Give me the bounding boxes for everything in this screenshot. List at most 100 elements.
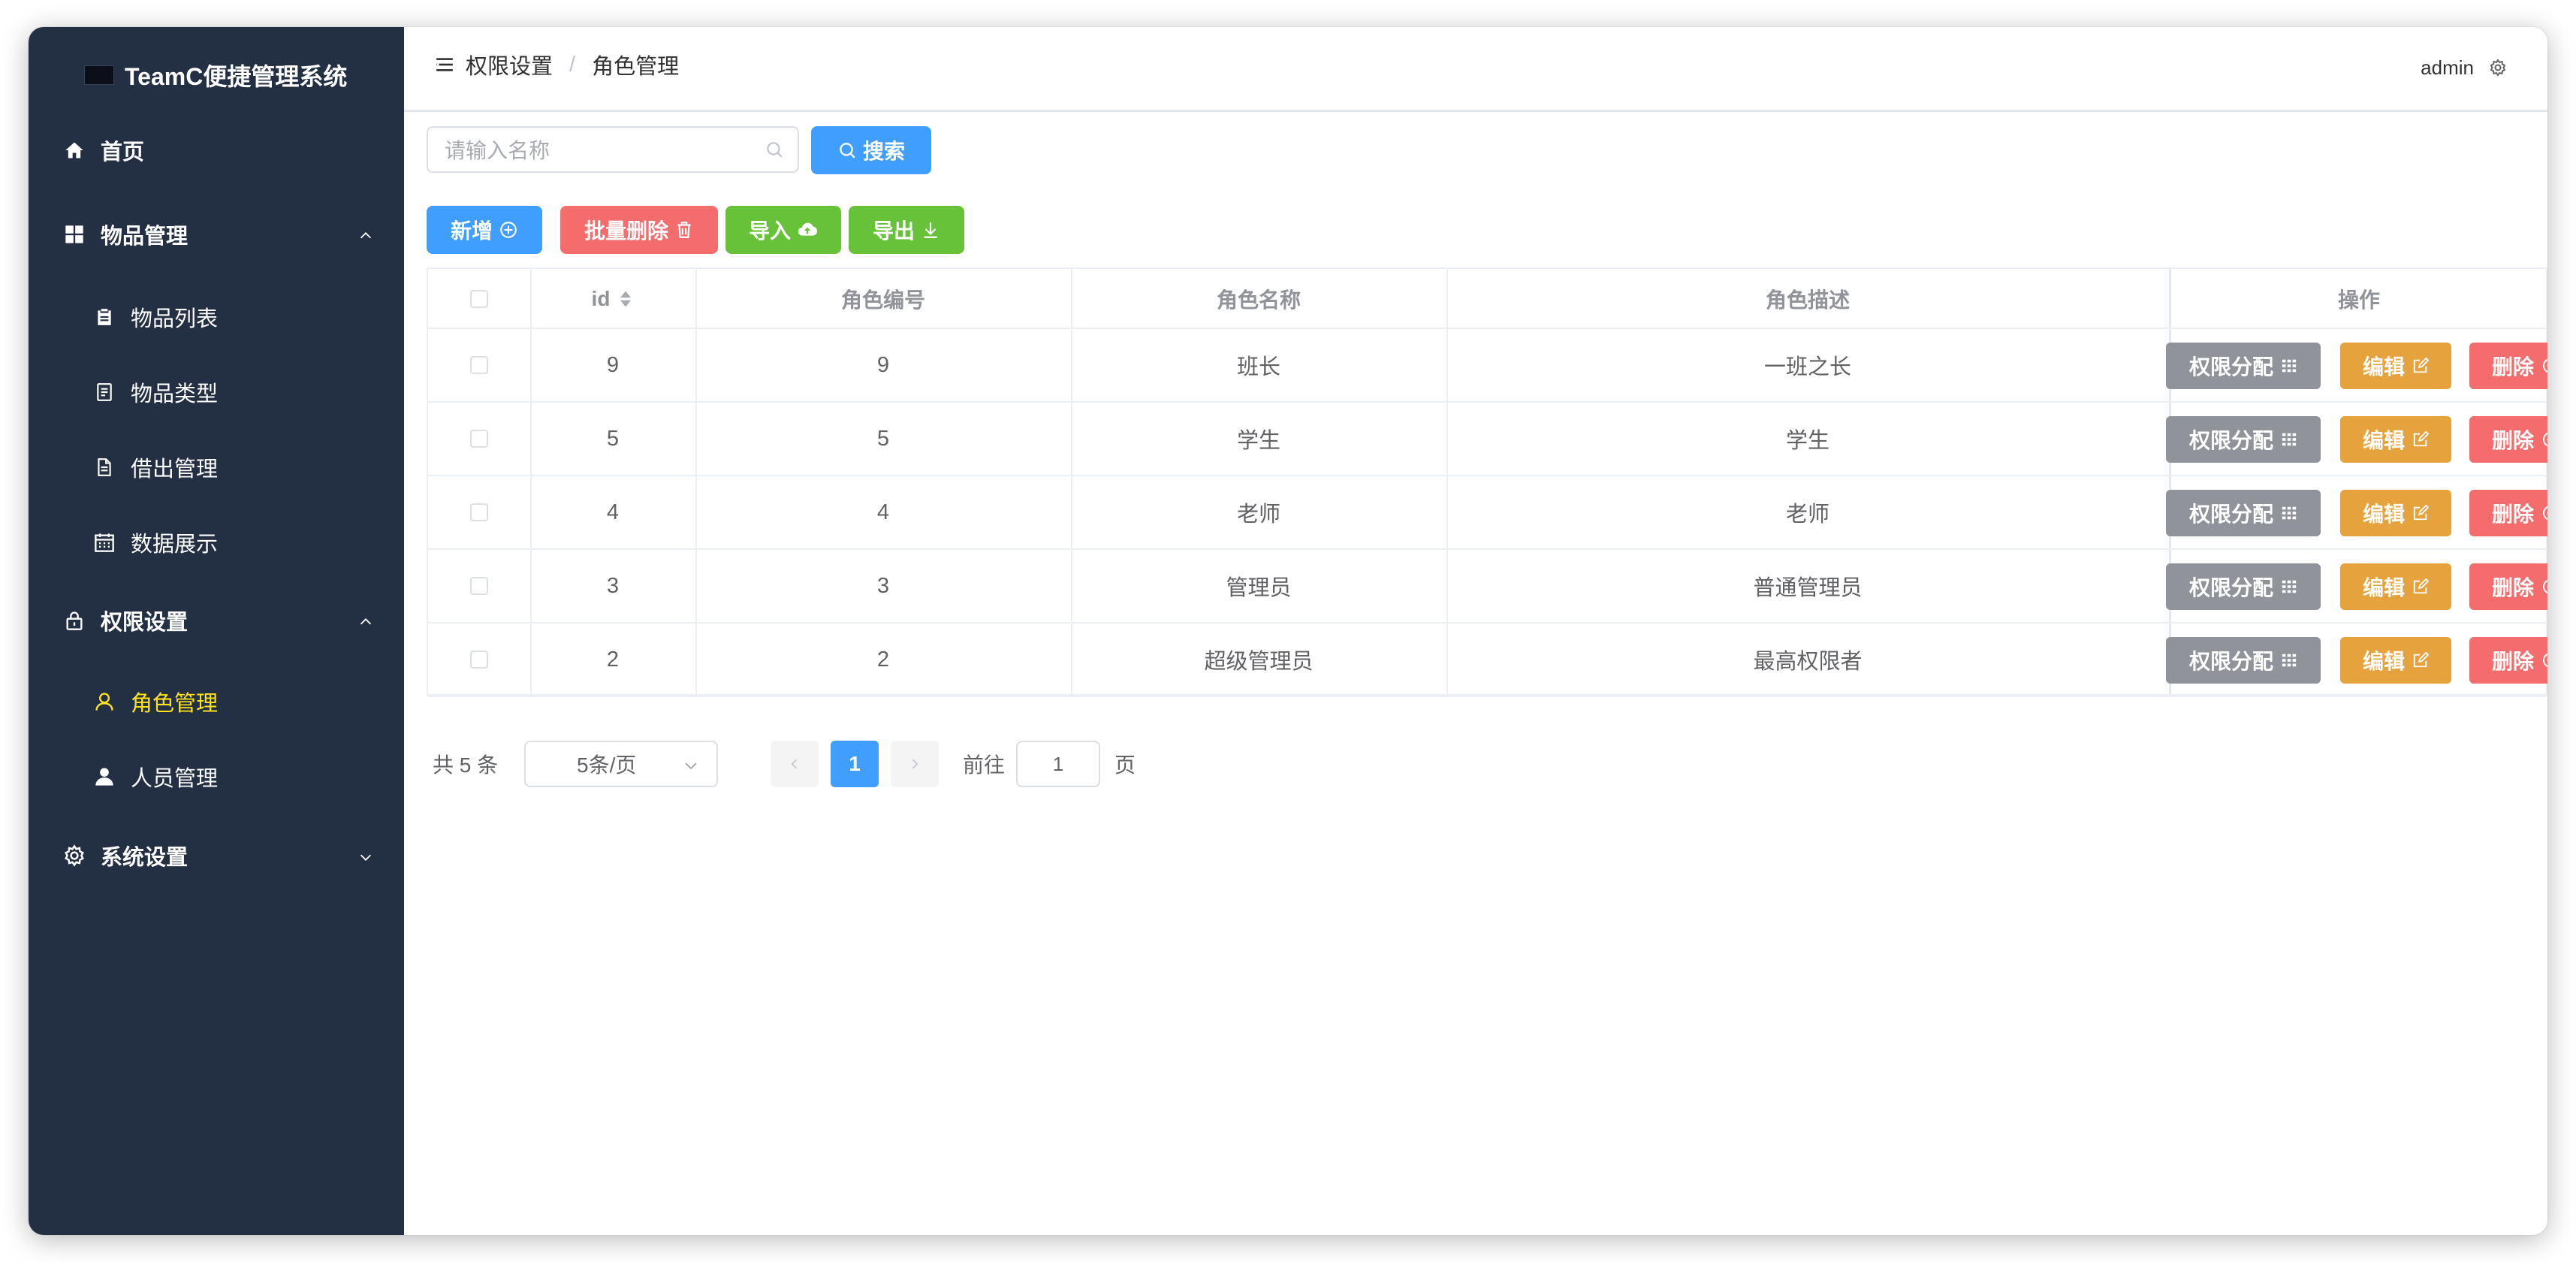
import-button[interactable]: 导入 — [725, 206, 841, 254]
search-button[interactable]: 搜索 — [811, 126, 931, 174]
select-all-cell — [428, 269, 530, 329]
sort-icon[interactable] — [617, 288, 634, 309]
sidebar-item-label: 权限设置 — [101, 611, 189, 635]
edit-button-label: 编辑 — [2362, 355, 2405, 379]
sidebar-item-label: 物品类型 — [131, 382, 219, 406]
assign-button[interactable]: 权限分配 — [2166, 637, 2321, 684]
breadcrumb-item[interactable]: 权限设置 — [466, 49, 553, 80]
cell-name: 班长 — [1236, 355, 1280, 379]
assign-button-label: 权限分配 — [2188, 355, 2273, 379]
row-checkbox[interactable] — [470, 503, 488, 521]
sidebar-item-label: 首页 — [101, 140, 145, 165]
cell-id: 3 — [606, 573, 620, 598]
menu-toggle-icon[interactable] — [434, 55, 455, 74]
sidebar-item-goods[interactable]: 物品管理 — [29, 204, 404, 264]
page-button-1[interactable]: 1 — [831, 741, 879, 787]
search-input[interactable]: 请输入名称 — [427, 126, 799, 173]
sidebar-item-lend[interactable]: 借出管理 — [29, 437, 404, 497]
header: 权限设置 / 角色管理 admin — [404, 27, 2547, 112]
row-select-cell — [428, 623, 530, 696]
calendar-icon — [93, 531, 116, 554]
row-checkbox[interactable] — [470, 651, 488, 669]
roles-table: id 角色编号 角色名称 角色描述 操作 9 9 班长 一班之长 权限分配 编辑 删除 5 5 学… — [427, 267, 2547, 697]
add-button-label: 新增 — [450, 219, 493, 243]
edit-button-label: 编辑 — [2362, 576, 2405, 599]
row-select-cell — [428, 329, 530, 401]
chevron-down-icon — [682, 756, 700, 780]
edit-icon — [2408, 578, 2429, 595]
sidebar-item-permission[interactable]: 权限设置 — [29, 590, 404, 651]
grid-icon — [63, 223, 86, 246]
sidebar-item-goods-type[interactable]: 物品类型 — [29, 362, 404, 422]
batch-delete-label: 批量删除 — [584, 219, 668, 243]
column-header-name: 角色名称 — [1216, 288, 1301, 312]
edit-button-label: 编辑 — [2362, 429, 2405, 452]
goto-page-input[interactable]: 1 — [1016, 741, 1100, 787]
column-header-id[interactable]: id — [530, 269, 695, 329]
goto-label: 前往 — [963, 753, 1006, 777]
column-header-label: id — [591, 287, 611, 310]
lock-icon — [63, 609, 86, 632]
table-row: 5 5 学生 学生 权限分配 编辑 删除 — [428, 403, 2547, 476]
cell-id: 9 — [606, 352, 620, 377]
app-title: TeamC便捷管理系统 — [125, 63, 348, 90]
file-icon — [93, 456, 116, 479]
home-icon — [63, 139, 86, 162]
sidebar-item-label: 物品列表 — [131, 307, 219, 331]
edit-button[interactable]: 编辑 — [2340, 490, 2451, 536]
sidebar-item-system[interactable]: 系统设置 — [29, 826, 404, 886]
grid-small-icon — [2276, 505, 2297, 521]
cell-name: 管理员 — [1226, 576, 1292, 600]
assign-button[interactable]: 权限分配 — [2166, 416, 2321, 463]
edit-button-label: 编辑 — [2362, 650, 2405, 673]
cell-desc: 普通管理员 — [1753, 576, 1863, 600]
assign-button[interactable]: 权限分配 — [2166, 563, 2321, 610]
cell-desc: 老师 — [1785, 503, 1829, 527]
delete-button[interactable]: 删除 — [2469, 490, 2547, 536]
row-checkbox[interactable] — [470, 356, 488, 374]
sidebar-item-goods-list[interactable]: 物品列表 — [29, 287, 404, 347]
settings-icon[interactable] — [2481, 59, 2507, 77]
download-icon — [924, 222, 937, 238]
delete-button-label: 删除 — [2491, 650, 2534, 673]
assign-button-label: 权限分配 — [2188, 576, 2273, 599]
sidebar-item-data[interactable]: 数据展示 — [29, 512, 404, 572]
prev-page-button[interactable] — [771, 741, 819, 787]
add-button[interactable]: 新增 — [427, 206, 542, 254]
cell-code: 5 — [876, 426, 890, 451]
main-content: 权限设置 / 角色管理 admin 请输入名称 搜索 新增 批量删除 导入 导出… — [404, 27, 2547, 1235]
row-checkbox[interactable] — [470, 577, 488, 595]
edit-button[interactable]: 编辑 — [2340, 343, 2451, 389]
select-all-checkbox[interactable] — [470, 290, 488, 308]
assign-button[interactable]: 权限分配 — [2166, 490, 2321, 536]
pagination-total: 共 5 条 — [433, 753, 499, 777]
row-checkbox[interactable] — [470, 430, 488, 448]
edit-button[interactable]: 编辑 — [2340, 637, 2451, 684]
cloud-upload-icon — [798, 222, 818, 236]
chevron-down-icon — [357, 847, 374, 871]
grid-small-icon — [2276, 578, 2297, 595]
row-select-cell — [428, 550, 530, 622]
sidebar-item-users[interactable]: 人员管理 — [29, 747, 404, 807]
delete-button[interactable]: 删除 — [2469, 637, 2547, 684]
sidebar-item-home[interactable]: 首页 — [29, 120, 404, 180]
user-icon — [93, 765, 116, 788]
user-menu[interactable]: admin — [2421, 53, 2507, 83]
delete-button[interactable]: 删除 — [2469, 563, 2547, 610]
sidebar-item-roles[interactable]: 角色管理 — [29, 672, 404, 732]
cell-code: 4 — [876, 500, 890, 524]
table-row: 3 3 管理员 普通管理员 权限分配 编辑 删除 — [428, 550, 2547, 623]
export-button[interactable]: 导出 — [849, 206, 964, 254]
page-size-select[interactable]: 5条/页 — [524, 741, 718, 787]
edit-button[interactable]: 编辑 — [2340, 416, 2451, 463]
cell-code: 9 — [876, 352, 890, 377]
batch-delete-button[interactable]: 批量删除 — [560, 206, 718, 254]
next-page-button[interactable] — [891, 741, 939, 787]
page-unit-label: 页 — [1115, 753, 1136, 777]
grid-small-icon — [2276, 652, 2297, 669]
logo-image — [84, 65, 114, 85]
delete-button[interactable]: 删除 — [2469, 343, 2547, 389]
edit-button[interactable]: 编辑 — [2340, 563, 2451, 610]
assign-button[interactable]: 权限分配 — [2166, 343, 2321, 389]
delete-button[interactable]: 删除 — [2469, 416, 2547, 463]
